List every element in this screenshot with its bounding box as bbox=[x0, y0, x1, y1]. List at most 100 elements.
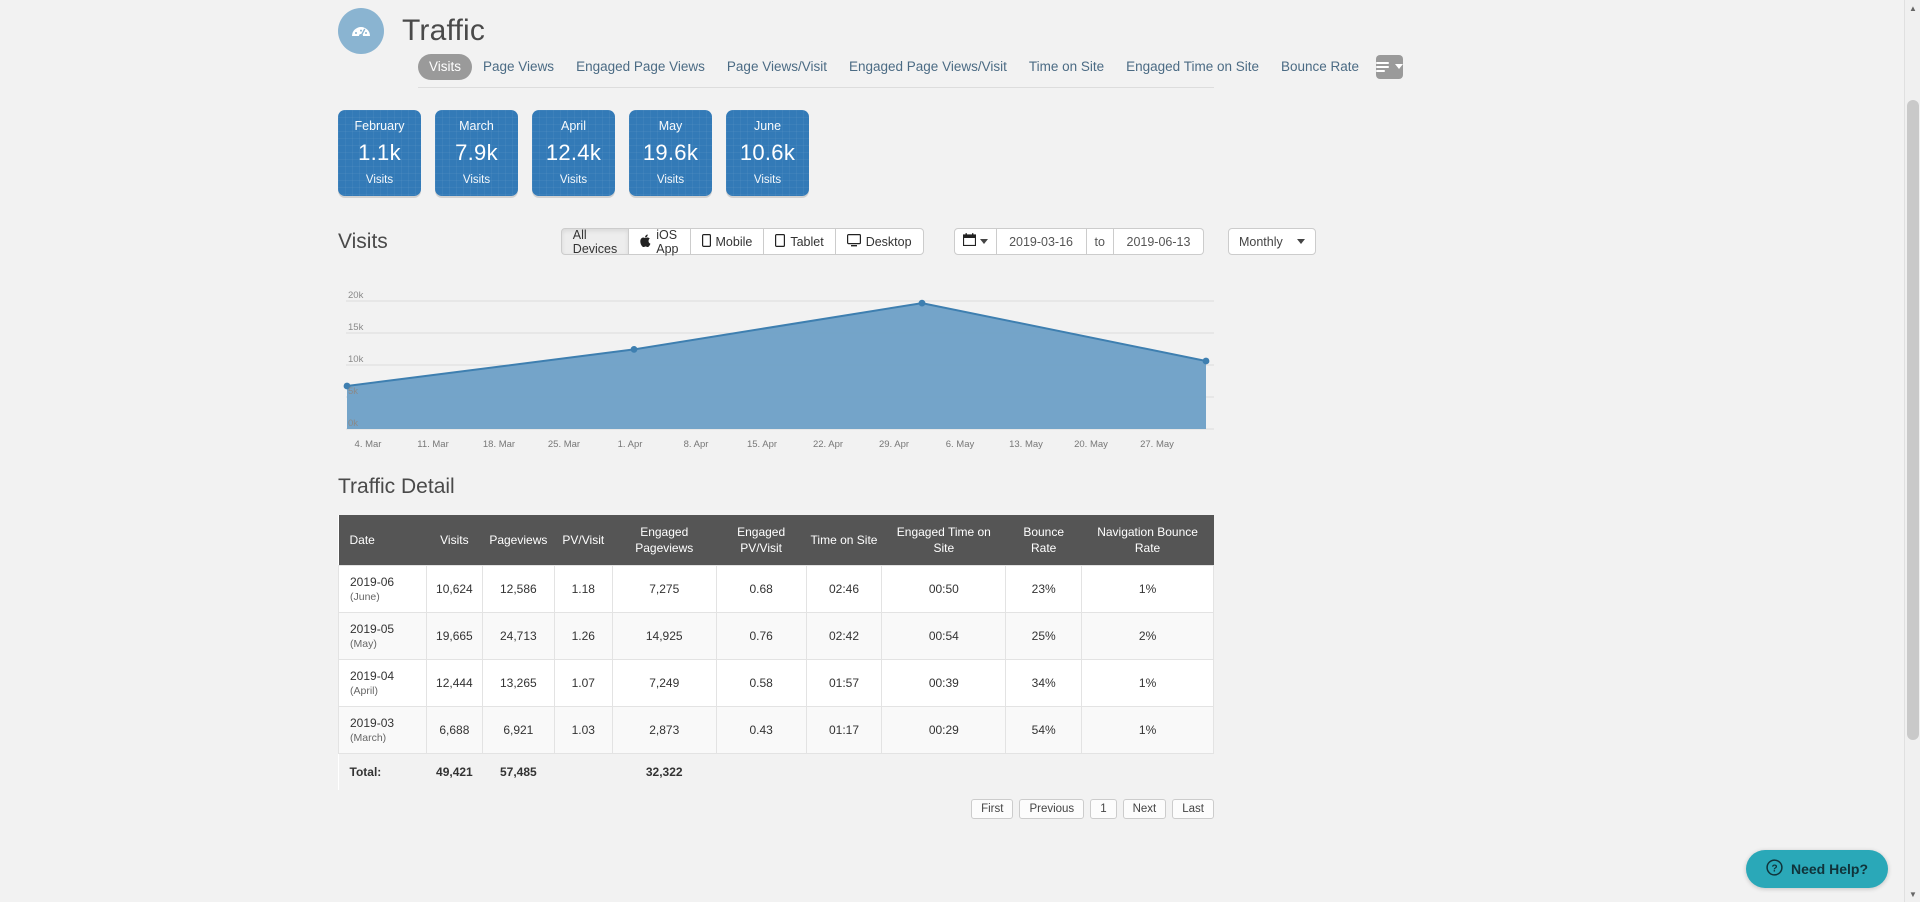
device-filter-ios-app[interactable]: iOS App bbox=[628, 227, 691, 256]
traffic-detail-table: Date Visits Pageviews PV/Visit Engaged P… bbox=[338, 515, 1214, 791]
date-from-input[interactable]: 2019-03-16 bbox=[996, 228, 1087, 255]
page-scrollbar[interactable]: ▲ ▼ bbox=[1904, 0, 1920, 902]
kpi-card-march[interactable]: March 7.9k Visits bbox=[435, 110, 518, 196]
kpi-card-april[interactable]: April 12.4k Visits bbox=[532, 110, 615, 196]
tab-engaged-page-views[interactable]: Engaged Page Views bbox=[565, 54, 716, 80]
scroll-down-arrow-icon[interactable]: ▼ bbox=[1905, 886, 1920, 902]
visits-area-chart[interactable]: 20k 15k 10k 5k 0k 4. Mar 11. Mar 18. Mar… bbox=[338, 283, 1214, 453]
xtick-label-11: 20. May bbox=[1074, 439, 1108, 450]
kpi-card-list: February 1.1k Visits March 7.9k Visits A… bbox=[338, 110, 1904, 196]
chart-point-2019-05[interactable] bbox=[918, 299, 926, 307]
cell-nav-bounce-rate: 2% bbox=[1081, 612, 1214, 661]
kpi-month: April bbox=[560, 119, 586, 133]
pagination-first[interactable]: First bbox=[971, 799, 1014, 820]
col-engaged-pageviews[interactable]: Engaged Pageviews bbox=[612, 515, 717, 566]
cell-date-month: (April) bbox=[350, 685, 378, 698]
kpi-card-may[interactable]: May 19.6k Visits bbox=[629, 110, 712, 196]
col-bounce-rate[interactable]: Bounce Rate bbox=[1005, 515, 1082, 566]
cell-bounce-rate: 34% bbox=[1005, 659, 1083, 708]
date-to-input[interactable]: 2019-06-13 bbox=[1113, 228, 1204, 255]
pagination-page-1[interactable]: 1 bbox=[1090, 799, 1117, 820]
need-help-button[interactable]: ? Need Help? bbox=[1745, 850, 1888, 888]
content-column: Traffic Visits Page Views Engaged Page V… bbox=[0, 0, 1904, 902]
cell-visits: 10,624 bbox=[425, 565, 483, 614]
col-nav-bounce-rate[interactable]: Navigation Bounce Rate bbox=[1081, 515, 1214, 566]
device-filter-desktop[interactable]: Desktop bbox=[834, 228, 924, 255]
cell-nav-bounce-rate: 1% bbox=[1081, 659, 1214, 708]
chevron-down-icon bbox=[1296, 239, 1305, 244]
cell-engaged-time: 00:29 bbox=[881, 706, 1007, 755]
device-filter-label: iOS App bbox=[656, 227, 679, 256]
tab-engaged-page-views-per-visit[interactable]: Engaged Page Views/Visit bbox=[838, 54, 1018, 80]
table-total-row: Total: 49,421 57,485 32,322 bbox=[338, 753, 1214, 791]
chart-point-2019-06[interactable] bbox=[1202, 357, 1210, 365]
device-filter-tablet[interactable]: Tablet bbox=[763, 228, 836, 255]
kpi-card-february[interactable]: February 1.1k Visits bbox=[338, 110, 421, 196]
kpi-value: 19.6k bbox=[642, 140, 699, 165]
calendar-picker-button[interactable] bbox=[953, 228, 997, 255]
cell-time-on-site: 02:42 bbox=[805, 612, 883, 661]
device-filter-label: All Devices bbox=[572, 227, 618, 256]
pagination-next[interactable]: Next bbox=[1122, 799, 1167, 820]
tab-page-views[interactable]: Page Views bbox=[472, 54, 565, 80]
scrollbar-thumb[interactable] bbox=[1907, 100, 1919, 740]
kpi-month: June bbox=[753, 119, 782, 133]
chart-point-2019-04[interactable] bbox=[630, 346, 638, 353]
xtick-label-0: 4. Mar bbox=[355, 439, 382, 450]
col-engaged-time[interactable]: Engaged Time on Site bbox=[881, 515, 1006, 566]
cell-engaged-pageviews: 7,275 bbox=[611, 565, 717, 614]
xtick-label-8: 29. Apr bbox=[879, 439, 909, 450]
table-header-row: Date Visits Pageviews PV/Visit Engaged P… bbox=[338, 515, 1214, 566]
tab-bounce-rate[interactable]: Bounce Rate bbox=[1270, 54, 1370, 80]
pagination-last[interactable]: Last bbox=[1172, 799, 1214, 820]
date-range-group: 2019-03-16 to 2019-06-13 bbox=[953, 228, 1204, 255]
cell-engaged-pv-visit: 0.68 bbox=[715, 565, 807, 614]
tab-overflow-menu-button[interactable] bbox=[1376, 54, 1404, 79]
table-row[interactable]: 2019-03 (March) 6,688 6,921 1.03 2,873 0.… bbox=[338, 706, 1214, 755]
cell-nav-bounce-rate: 1% bbox=[1081, 565, 1214, 614]
kpi-label: Visits bbox=[559, 174, 588, 186]
device-filter-group: All Devices iOS App Mobile Tablet Deskto… bbox=[560, 227, 924, 256]
total-pv-per-visit bbox=[554, 753, 613, 791]
granularity-select[interactable]: Monthly bbox=[1227, 228, 1316, 255]
tab-time-on-site[interactable]: Time on Site bbox=[1018, 54, 1115, 80]
cell-engaged-pv-visit: 0.76 bbox=[715, 612, 807, 661]
kpi-month: March bbox=[459, 119, 494, 133]
scroll-up-arrow-icon[interactable]: ▲ bbox=[1905, 0, 1920, 16]
chart-controls-row: Visits All Devices iOS App Mobile Tablet… bbox=[338, 227, 1316, 256]
col-pv-per-visit[interactable]: PV/Visit bbox=[554, 515, 613, 566]
col-engaged-pv-visit[interactable]: Engaged PV/Visit bbox=[716, 515, 807, 566]
col-time-on-site[interactable]: Time on Site bbox=[806, 515, 882, 566]
cell-pv-per-visit: 1.07 bbox=[553, 659, 613, 708]
tab-engaged-time-on-site[interactable]: Engaged Time on Site bbox=[1115, 54, 1270, 80]
page-header: Traffic bbox=[0, 0, 1904, 54]
device-filter-all-devices[interactable]: All Devices bbox=[560, 227, 630, 256]
col-pageviews[interactable]: Pageviews bbox=[482, 515, 555, 566]
total-empty-4 bbox=[1005, 753, 1082, 791]
table-row[interactable]: 2019-04 (April) 12,444 13,265 1.07 7,249… bbox=[338, 659, 1214, 708]
table-row[interactable]: 2019-06 (June) 10,624 12,586 1.18 7,275 … bbox=[338, 565, 1214, 614]
cell-time-on-site: 02:46 bbox=[805, 565, 883, 614]
xtick-label-2: 18. Mar bbox=[483, 439, 515, 450]
calendar-icon bbox=[962, 232, 976, 251]
cell-engaged-time: 00:50 bbox=[881, 565, 1007, 614]
table-row[interactable]: 2019-05 (May) 19,665 24,713 1.26 14,925 … bbox=[338, 612, 1214, 661]
chart-section-title: Visits bbox=[338, 229, 388, 253]
cell-date-month: (May) bbox=[350, 638, 377, 651]
device-filter-mobile[interactable]: Mobile bbox=[689, 228, 765, 255]
cell-nav-bounce-rate: 1% bbox=[1081, 706, 1214, 755]
pagination-previous[interactable]: Previous bbox=[1019, 799, 1085, 820]
kpi-card-june[interactable]: June 10.6k Visits bbox=[726, 110, 809, 196]
col-date[interactable]: Date bbox=[338, 515, 427, 566]
cell-pageviews: 12,586 bbox=[481, 565, 555, 614]
cell-date-value: 2019-06 bbox=[350, 575, 395, 590]
mobile-icon bbox=[701, 233, 711, 250]
xtick-label-4: 1. Apr bbox=[618, 439, 643, 450]
col-visits[interactable]: Visits bbox=[426, 515, 483, 566]
tab-page-views-per-visit[interactable]: Page Views/Visit bbox=[716, 54, 838, 80]
kpi-value: 10.6k bbox=[739, 140, 796, 165]
tab-visits[interactable]: Visits bbox=[418, 54, 473, 80]
kpi-label: Visits bbox=[656, 174, 685, 186]
cell-engaged-time: 00:54 bbox=[881, 612, 1007, 661]
cell-date-value: 2019-04 bbox=[350, 669, 395, 684]
